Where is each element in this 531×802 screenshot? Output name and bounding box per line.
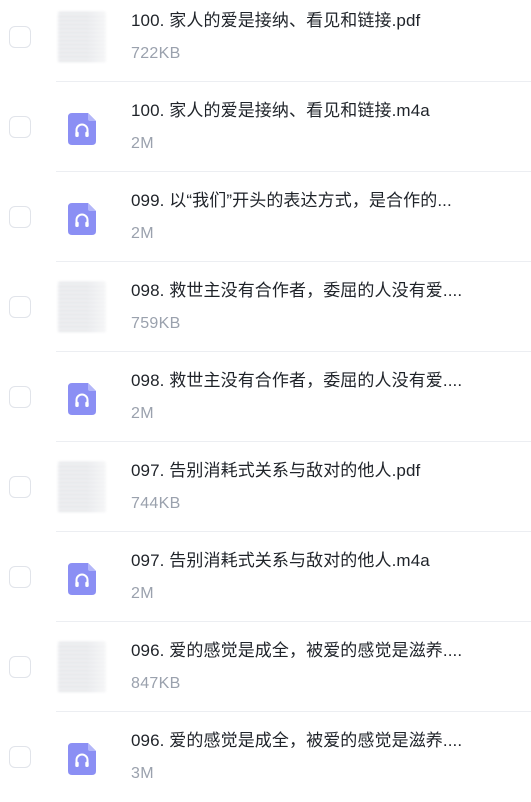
file-size: 847KB xyxy=(131,675,181,692)
select-checkbox[interactable] xyxy=(9,566,31,588)
file-name: 099. 以“我们”开头的表达方式，是合作的... xyxy=(131,191,452,210)
file-row[interactable]: 097. 告别消耗式关系与敌对的他人.m4a 2M xyxy=(0,532,531,622)
pdf-thumbnail-icon xyxy=(58,12,106,62)
pdf-thumbnail-icon xyxy=(58,282,106,332)
file-row[interactable]: 100. 家人的爱是接纳、看见和链接.m4a 2M xyxy=(0,82,531,172)
file-size: 2M xyxy=(131,225,154,242)
file-size: 2M xyxy=(131,405,154,422)
file-row[interactable]: 096. 爱的感觉是成全，被爱的感觉是滋养.... 3M xyxy=(0,712,531,802)
file-size: 722KB xyxy=(131,45,181,62)
headphones-icon xyxy=(68,113,96,145)
pdf-thumbnail-icon xyxy=(58,462,106,512)
file-name: 098. 救世主没有合作者，委屈的人没有爱.... xyxy=(131,281,463,300)
file-row[interactable]: 098. 救世主没有合作者，委屈的人没有爱.... 759KB xyxy=(0,262,531,352)
file-row[interactable]: 096. 爱的感觉是成全，被爱的感觉是滋养.... 847KB xyxy=(0,622,531,712)
file-list: 100. 家人的爱是接纳、看见和链接.pdf 722KB 100. 家人的爱是接… xyxy=(0,0,531,802)
pdf-thumbnail-icon xyxy=(58,642,106,692)
select-checkbox[interactable] xyxy=(9,26,31,48)
file-row[interactable]: 097. 告别消耗式关系与敌对的他人.pdf 744KB xyxy=(0,442,531,532)
select-checkbox[interactable] xyxy=(9,386,31,408)
file-row[interactable]: 099. 以“我们”开头的表达方式，是合作的... 2M xyxy=(0,172,531,262)
file-size: 744KB xyxy=(131,495,181,512)
file-name: 100. 家人的爱是接纳、看见和链接.pdf xyxy=(131,11,421,30)
file-size: 2M xyxy=(131,585,154,602)
file-name: 097. 告别消耗式关系与敌对的他人.pdf xyxy=(131,461,421,480)
select-checkbox[interactable] xyxy=(9,296,31,318)
select-checkbox[interactable] xyxy=(9,476,31,498)
headphones-icon xyxy=(68,383,96,415)
file-name: 100. 家人的爱是接纳、看见和链接.m4a xyxy=(131,101,430,120)
select-checkbox[interactable] xyxy=(9,746,31,768)
file-row[interactable]: 100. 家人的爱是接纳、看见和链接.pdf 722KB xyxy=(0,0,531,82)
file-name: 096. 爱的感觉是成全，被爱的感觉是滋养.... xyxy=(131,731,463,750)
headphones-icon xyxy=(68,203,96,235)
select-checkbox[interactable] xyxy=(9,656,31,678)
select-checkbox[interactable] xyxy=(9,206,31,228)
select-checkbox[interactable] xyxy=(9,116,31,138)
file-size: 759KB xyxy=(131,315,181,332)
headphones-icon xyxy=(68,563,96,595)
file-row[interactable]: 098. 救世主没有合作者，委屈的人没有爱.... 2M xyxy=(0,352,531,442)
file-size: 3M xyxy=(131,765,154,782)
file-name: 096. 爱的感觉是成全，被爱的感觉是滋养.... xyxy=(131,641,463,660)
headphones-icon xyxy=(68,743,96,775)
file-name: 098. 救世主没有合作者，委屈的人没有爱.... xyxy=(131,371,463,390)
file-name: 097. 告别消耗式关系与敌对的他人.m4a xyxy=(131,551,430,570)
file-size: 2M xyxy=(131,135,154,152)
